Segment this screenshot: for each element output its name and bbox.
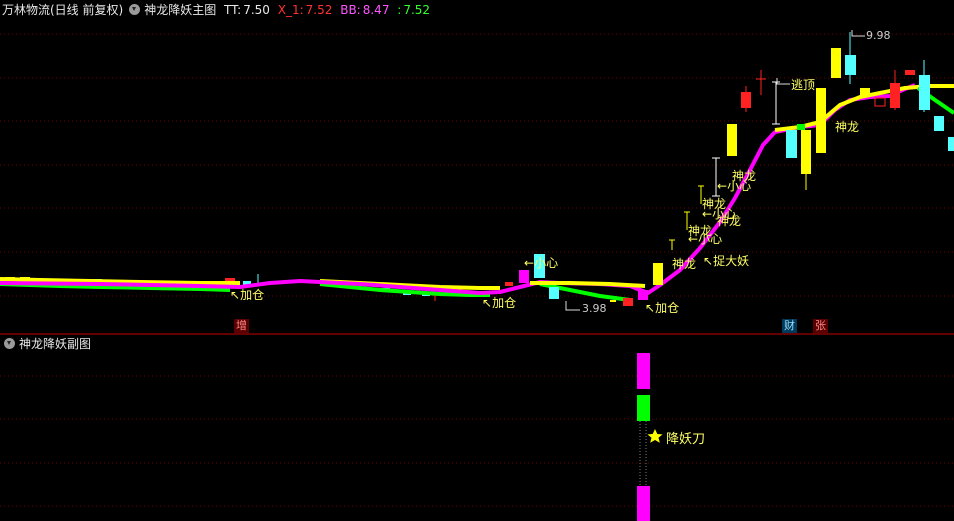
- high-price-label: 9.98: [866, 29, 891, 42]
- annotation-xiaoxin: ←小心: [524, 256, 559, 270]
- arrow-icon: ←: [717, 179, 728, 193]
- badge-cai[interactable]: 财: [782, 319, 797, 333]
- arrow-icon: ←: [524, 256, 535, 270]
- annotation-jiacang: ↖加仓: [230, 288, 265, 302]
- sub-chart-bars: [637, 353, 650, 521]
- annotation-taoding: 逃顶: [791, 78, 816, 92]
- sub-indicator-name[interactable]: 神龙降妖副图: [19, 337, 91, 351]
- annotation-shenlong: 神龙: [672, 257, 697, 271]
- annotation-zhuodayao: ↖捉大妖: [703, 254, 750, 268]
- green-mark: [797, 124, 805, 130]
- annotation-shenlong: 神龙: [702, 197, 727, 211]
- annotation-jiacang: ↖加仓: [482, 296, 517, 310]
- annotation-jiacang: ↖加仓: [645, 301, 680, 315]
- annotation-shenlong: 神龙: [732, 169, 757, 183]
- magenta-line: [0, 83, 916, 295]
- badge-zhang[interactable]: 张: [813, 319, 828, 333]
- star-icon: [647, 429, 663, 443]
- annotation-xiangyaodao: 降妖刀: [666, 432, 706, 447]
- sub-chart-header: 神龙降妖副图: [2, 335, 95, 353]
- main-grid: [0, 33, 954, 507]
- annotation-shenlong: 神龙: [835, 120, 860, 134]
- badge-zeng[interactable]: 增: [234, 319, 249, 333]
- arrow-icon: ↖: [645, 301, 656, 315]
- collapse-circle-icon[interactable]: [4, 338, 15, 349]
- low-price-label: 3.98: [582, 302, 607, 315]
- arrow-icon: ↖: [230, 288, 241, 302]
- annotation-shenlong: 神龙: [717, 214, 742, 228]
- annotation-shenlong: 神龙: [688, 224, 713, 238]
- arrow-icon: ↖: [703, 254, 714, 268]
- arrow-icon: ↖: [482, 296, 493, 310]
